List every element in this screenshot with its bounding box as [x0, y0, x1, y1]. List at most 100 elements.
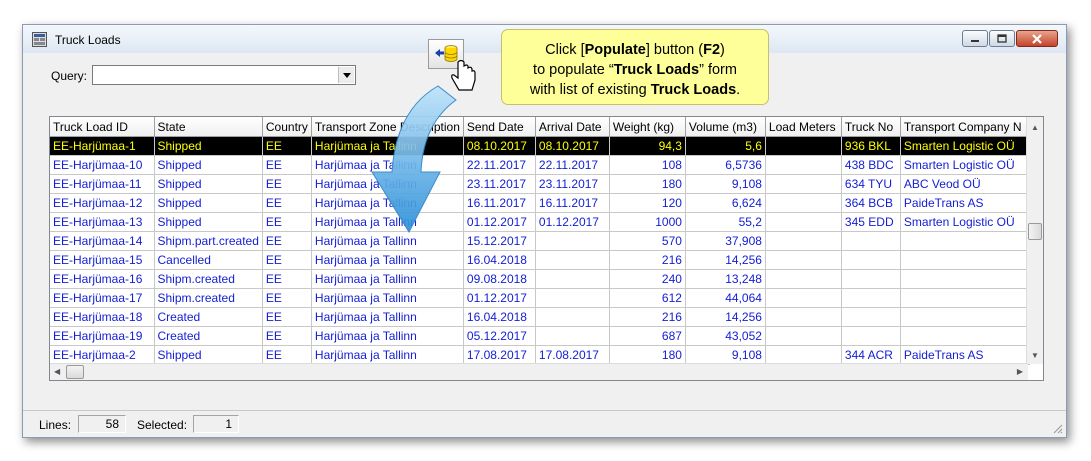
table-cell: EE	[262, 269, 312, 289]
table-cell: 22.11.2017	[535, 155, 610, 175]
table-cell: 216	[609, 307, 686, 327]
column-header-7[interactable]: Volume (m3)	[685, 117, 766, 137]
table-cell: 09.08.2018	[463, 269, 536, 289]
table-cell: EE	[262, 345, 312, 365]
table-cell: Harjümaa ja Tallinn	[311, 193, 464, 213]
table-cell: EE-Harjümaa-2	[50, 345, 155, 365]
table-cell: 612	[609, 288, 686, 308]
resize-grip-icon[interactable]	[1051, 422, 1063, 434]
table-cell	[841, 269, 901, 289]
table-cell: EE	[262, 174, 312, 194]
horizontal-scrollbar[interactable]: ◀ ▶	[50, 363, 1028, 380]
table-row[interactable]: EE-Harjümaa-11 Shipped EE Harjümaa ja Talli…	[50, 174, 1030, 194]
selected-label: Selected:	[137, 418, 188, 432]
scroll-up-icon[interactable]: ▲	[1031, 123, 1039, 132]
table-cell: 08.10.2017	[463, 136, 536, 156]
table-cell: 180	[609, 345, 686, 365]
table-cell: EE	[262, 326, 312, 346]
column-header-1[interactable]: State	[154, 117, 263, 137]
column-header-9[interactable]: Truck No	[841, 117, 901, 137]
table-row[interactable]: EE-Harjümaa-14 Shipm.part.created EE Harjüm…	[50, 231, 1030, 251]
vertical-scrollbar[interactable]: ▲ ▼	[1026, 117, 1043, 364]
table-cell	[535, 288, 610, 308]
table-cell: Shipped	[154, 174, 263, 194]
table-cell: Harjümaa ja Tallinn	[311, 288, 464, 308]
populate-button[interactable]	[428, 39, 464, 69]
table-cell: 15.12.2017	[463, 231, 536, 251]
table-row[interactable]: EE-Harjümaa-15 Cancelled EE Harjümaa ja Tal…	[50, 250, 1030, 270]
table-cell: 16.11.2017	[463, 193, 536, 213]
column-header-6[interactable]: Weight (kg)	[609, 117, 686, 137]
table-cell: Harjümaa ja Tallinn	[311, 212, 464, 232]
table-cell: EE	[262, 136, 312, 156]
table-row[interactable]: EE-Harjümaa-19 Created EE Harjümaa ja Talli…	[50, 326, 1030, 346]
column-header-0[interactable]: Truck Load ID	[50, 117, 155, 137]
table-cell: EE	[262, 193, 312, 213]
table-cell: 16.04.2018	[463, 307, 536, 327]
table-cell	[900, 250, 1030, 270]
table-row[interactable]: EE-Harjümaa-1 Shipped EE Harjümaa ja Tallin…	[50, 136, 1030, 156]
table-cell: 13,248	[685, 269, 766, 289]
callout-populate: Populate	[584, 42, 646, 58]
table-cell: Harjümaa ja Tallinn	[311, 345, 464, 365]
table-cell: EE	[262, 155, 312, 175]
table-cell: Shipm.part.created	[154, 231, 263, 251]
lines-count: 58	[78, 415, 126, 433]
table-cell: Harjümaa ja Tallinn	[311, 307, 464, 327]
column-header-3[interactable]: Transport Zone Description	[311, 117, 464, 137]
column-header-10[interactable]: Transport Company N	[900, 117, 1030, 137]
table-cell: 120	[609, 193, 686, 213]
table-cell: 14,256	[685, 250, 766, 270]
column-header-5[interactable]: Arrival Date	[535, 117, 610, 137]
table-cell: EE	[262, 288, 312, 308]
table-cell	[765, 231, 842, 251]
column-header-2[interactable]: Country	[262, 117, 312, 137]
table-cell: PaideTrans AS	[900, 193, 1030, 213]
app-window-icon	[32, 32, 47, 47]
table-cell: EE-Harjümaa-16	[50, 269, 155, 289]
vertical-scroll-thumb[interactable]	[1028, 223, 1042, 240]
table-cell: Shipm.created	[154, 288, 263, 308]
table-cell: 23.11.2017	[535, 174, 610, 194]
table-cell: Harjümaa ja Tallinn	[311, 326, 464, 346]
table-cell: 01.12.2017	[463, 288, 536, 308]
table-cell: Shipm.created	[154, 269, 263, 289]
column-header-4[interactable]: Send Date	[463, 117, 536, 137]
minimize-button[interactable]	[962, 30, 988, 47]
status-bar: Lines: 58 Selected: 1	[23, 410, 1066, 437]
table-cell: ABC Veod OÜ	[900, 174, 1030, 194]
table-cell: EE-Harjümaa-12	[50, 193, 155, 213]
table-cell	[900, 326, 1030, 346]
table-row[interactable]: EE-Harjümaa-18 Created EE Harjümaa ja Talli…	[50, 307, 1030, 327]
table-row[interactable]: EE-Harjümaa-12 Shipped EE Harjümaa ja Talli…	[50, 193, 1030, 213]
scroll-down-icon[interactable]: ▼	[1031, 351, 1039, 360]
table-row[interactable]: EE-Harjümaa-10 Shipped EE Harjümaa ja Talli…	[50, 155, 1030, 175]
table-cell	[841, 231, 901, 251]
table-cell: 14,256	[685, 307, 766, 327]
maximize-button[interactable]	[989, 30, 1015, 47]
table-row[interactable]: EE-Harjümaa-13 Shipped EE Harjümaa ja Talli…	[50, 212, 1030, 232]
table-cell: 344 ACR	[841, 345, 901, 365]
table-row[interactable]: EE-Harjümaa-16 Shipm.created EE Harjümaa ja…	[50, 269, 1030, 289]
close-button[interactable]	[1016, 30, 1058, 47]
query-select[interactable]	[92, 65, 356, 85]
table-row[interactable]: EE-Harjümaa-2 Shipped EE Harjümaa ja Tallin…	[50, 345, 1030, 365]
table-cell: 364 BCB	[841, 193, 901, 213]
truck-loads-grid[interactable]: Truck Load ID State Country Transport Zone …	[49, 116, 1044, 381]
callout-truck-loads: Truck Loads	[613, 62, 700, 78]
table-cell	[765, 136, 842, 156]
scroll-right-icon[interactable]: ▶	[1017, 367, 1023, 376]
horizontal-scroll-thumb[interactable]	[66, 365, 84, 379]
query-dropdown-button[interactable]	[338, 67, 354, 83]
table-cell: EE-Harjümaa-19	[50, 326, 155, 346]
table-cell: EE-Harjümaa-10	[50, 155, 155, 175]
table-row[interactable]: EE-Harjümaa-17 Shipm.created EE Harjümaa ja…	[50, 288, 1030, 308]
table-cell	[765, 212, 842, 232]
table-cell: 94,3	[609, 136, 686, 156]
scroll-left-icon[interactable]: ◀	[54, 367, 60, 376]
table-cell: PaideTrans AS	[900, 345, 1030, 365]
column-header-8[interactable]: Load Meters	[765, 117, 842, 137]
table-cell	[765, 155, 842, 175]
table-cell: EE-Harjümaa-14	[50, 231, 155, 251]
table-cell: 936 BKL	[841, 136, 901, 156]
